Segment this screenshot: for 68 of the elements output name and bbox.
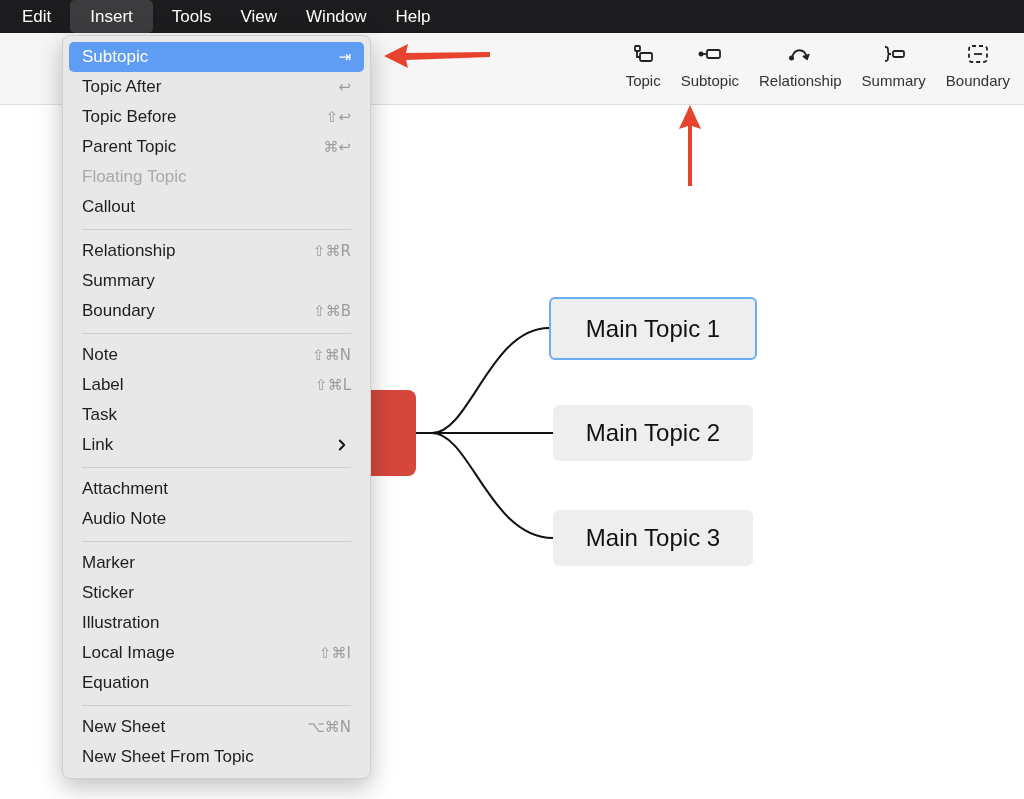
menu-item-label: Parent Topic bbox=[82, 136, 177, 159]
menu-item[interactable]: New Sheet From Topic bbox=[69, 742, 364, 772]
menu-item[interactable]: Equation bbox=[69, 668, 364, 698]
menu-item-label: Marker bbox=[82, 552, 135, 575]
menu-item-label: Illustration bbox=[82, 612, 160, 635]
menu-item[interactable]: Topic After ↩ bbox=[69, 72, 364, 102]
menu-item[interactable]: Audio Note bbox=[69, 504, 364, 534]
toolbar-button[interactable]: Relationship bbox=[759, 44, 842, 93]
menu-item-label: Summary bbox=[82, 270, 155, 293]
menu-item[interactable]: Parent Topic ⌘↩ bbox=[69, 132, 364, 162]
toolbar-button[interactable]: Subtopic bbox=[680, 44, 740, 93]
menu-bar-item[interactable]: Edit bbox=[12, 0, 62, 33]
shortcut-label: ⌥⌘N bbox=[307, 716, 351, 738]
menu-item-label: Equation bbox=[82, 672, 150, 695]
menu-item[interactable]: Boundary ⇧⌘B bbox=[69, 296, 364, 326]
menu-bar-item[interactable]: Window bbox=[296, 0, 377, 33]
shortcut-label: ⇧↩ bbox=[325, 106, 351, 128]
menu-item[interactable]: Attachment bbox=[69, 474, 364, 504]
menu-item[interactable]: Callout bbox=[69, 192, 364, 222]
menu-item[interactable]: Note ⇧⌘N bbox=[69, 340, 364, 370]
shortcut-label: ⇧⌘L bbox=[315, 374, 351, 396]
shortcut-label: ⌘↩ bbox=[323, 136, 351, 158]
menu-item-label: Topic After bbox=[82, 76, 162, 99]
shortcut-label: ↩ bbox=[338, 76, 351, 98]
menu-item[interactable]: Link bbox=[69, 430, 364, 460]
menu-item[interactable]: Marker bbox=[69, 548, 364, 578]
topic-node[interactable]: Main Topic 3 bbox=[553, 510, 753, 566]
menu-item-label: Label bbox=[82, 374, 124, 397]
menu-item-label: Sticker bbox=[82, 582, 134, 605]
menu-bar-item[interactable]: Tools bbox=[161, 0, 222, 33]
topic-icon bbox=[631, 44, 656, 65]
menu-item-label: Note bbox=[82, 344, 118, 367]
menu-item-label: Subtopic bbox=[82, 46, 149, 69]
menu-item[interactable]: Label ⇧⌘L bbox=[69, 370, 364, 400]
menu-item[interactable]: Task bbox=[69, 400, 364, 430]
shortcut-label: ⇧⌘N bbox=[312, 344, 351, 366]
toolbar-button[interactable]: Summary bbox=[861, 44, 926, 93]
menu-item-label: Task bbox=[82, 404, 117, 427]
shortcut-label: ⇧⌘R bbox=[313, 240, 351, 262]
shortcut-label: ⇥ bbox=[338, 46, 351, 68]
toolbar-button[interactable]: Topic bbox=[625, 44, 661, 93]
menu-item[interactable]: Summary bbox=[69, 266, 364, 296]
menu-item-label: Boundary bbox=[82, 300, 155, 323]
menu-item-label: New Sheet From Topic bbox=[82, 746, 254, 769]
menu-item-label: New Sheet bbox=[82, 716, 166, 739]
menu-item-label: Relationship bbox=[82, 240, 176, 263]
shortcut-label: ⇧⌘B bbox=[313, 300, 351, 322]
menu-bar-item[interactable]: View bbox=[230, 0, 288, 33]
menu-bar-item[interactable]: Help bbox=[385, 0, 441, 33]
menu-item-label: Floating Topic bbox=[82, 166, 187, 189]
menu-item[interactable]: Sticker bbox=[69, 578, 364, 608]
menu-item-label: Audio Note bbox=[82, 508, 167, 531]
topic-node[interactable]: Main Topic 1 bbox=[549, 297, 757, 360]
toolbar-button[interactable]: Boundary bbox=[945, 44, 1010, 93]
menu-item-label: Link bbox=[82, 434, 114, 457]
topic-node[interactable]: Main Topic 2 bbox=[553, 405, 753, 461]
menu-item[interactable]: Topic Before ⇧↩ bbox=[69, 102, 364, 132]
menu-bar-item[interactable]: Insert bbox=[70, 0, 153, 33]
menu-item-label: Callout bbox=[82, 196, 135, 219]
boundary-icon bbox=[965, 44, 990, 65]
menu-item-label: Local Image bbox=[82, 642, 175, 665]
menu-item-label: Topic Before bbox=[82, 106, 177, 129]
menu-item[interactable]: Local Image ⇧⌘I bbox=[69, 638, 364, 668]
menu-item[interactable]: Relationship ⇧⌘R bbox=[69, 236, 364, 266]
menu-item-label: Attachment bbox=[82, 478, 168, 501]
shortcut-label: ⇧⌘I bbox=[319, 642, 351, 664]
menu-item[interactable]: New Sheet ⌥⌘N bbox=[69, 712, 364, 742]
menu-item[interactable]: Illustration bbox=[69, 608, 364, 638]
